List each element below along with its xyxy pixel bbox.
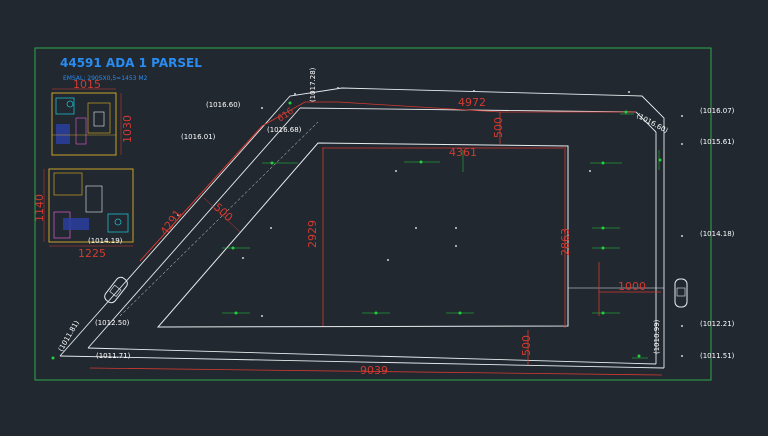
elevation-label: (1011.71) (96, 352, 131, 360)
cad-drawing-canvas[interactable]: 44591 ADA 1 PARSEL EMSAL: 2905X0,5=1453 … (0, 0, 768, 432)
floor-plan-a (51, 88, 122, 156)
car-left (104, 276, 128, 304)
dim-left-height: 2929 (306, 220, 319, 248)
dim-plan-a-height: 1030 (121, 115, 134, 143)
dim-setback-bottom: 500 (520, 335, 533, 356)
elevation-label: (1017.28) (309, 67, 317, 102)
elevation-label: (1016.60) (206, 101, 241, 109)
parcel-boundary (59, 87, 665, 369)
dim-inner-top-length: 4361 (449, 146, 477, 159)
floor-plan-b (43, 168, 134, 247)
site-plan-drawing: 44591 ADA 1 PARSEL EMSAL: 2905X0,5=1453 … (33, 47, 735, 381)
dim-plan-a-width: 1015 (73, 78, 101, 91)
elevation-label: (1016.68) (267, 126, 302, 134)
elevation-label: (1012.50) (95, 319, 130, 327)
dim-top-length: 4972 (458, 96, 486, 109)
car-right (674, 278, 688, 308)
dim-right-offset: 1000 (618, 280, 646, 293)
elevation-label: (1012.21) (700, 320, 735, 328)
dim-plan-b-width: 1225 (78, 247, 106, 260)
building-footprint (156, 142, 664, 328)
elevation-label: (1016.07) (700, 107, 735, 115)
elevation-label: (1015.61) (700, 138, 735, 146)
dim-plan-b-height: 1140 (33, 194, 46, 222)
elevation-label: (1014.18) (700, 230, 735, 238)
elevation-label: (1011.51) (700, 352, 735, 360)
dim-bottom-length: 9039 (360, 364, 388, 377)
setback-lines (89, 101, 663, 376)
plan-title: 44591 ADA 1 PARSEL (60, 56, 202, 70)
dim-right-height: 2863 (559, 228, 572, 256)
marker-tick-lines (222, 113, 660, 359)
dim-setback-top: 500 (492, 117, 505, 138)
spot-points (177, 87, 683, 357)
elevation-label: (1016.01) (181, 133, 216, 141)
elevation-label: (1014.19) (88, 237, 123, 245)
sheet-frame (34, 47, 712, 381)
dim-diag-length: 4291 (158, 207, 185, 237)
elevation-label: (1010.99) (653, 319, 661, 354)
